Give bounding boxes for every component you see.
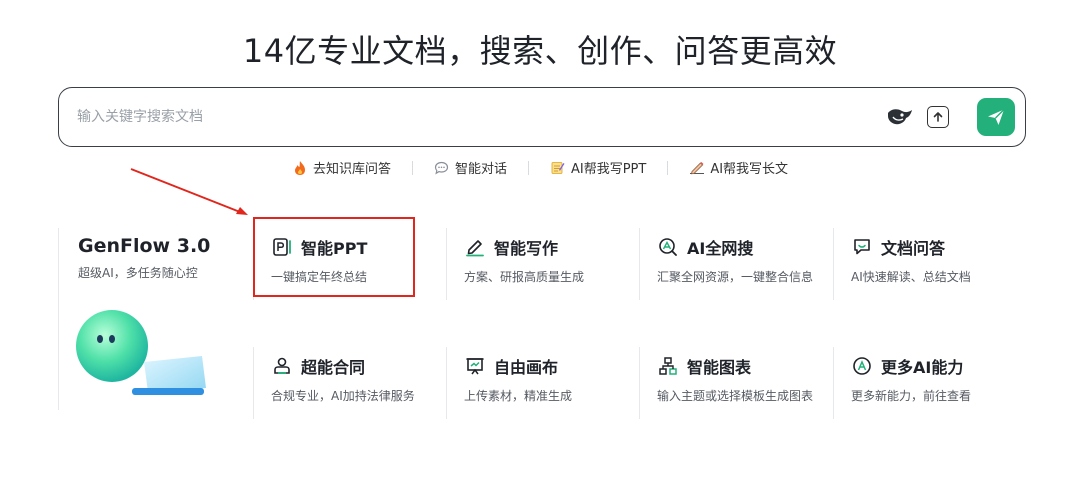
card-description: 上传素材，精准生成: [464, 389, 573, 403]
more-ai-icon: [851, 355, 873, 377]
genflow-subtitle: 超级AI，多任务随心控: [78, 266, 198, 280]
doc-chat-icon: [851, 236, 873, 258]
card-title: 文档问答: [881, 239, 946, 258]
notepad-icon: [550, 160, 566, 175]
quick-link-knowledge-qa[interactable]: 去知识库问答: [271, 158, 412, 177]
send-button[interactable]: [977, 98, 1015, 136]
card-description: 汇聚全网资源，一键整合信息: [657, 270, 814, 284]
chat-bubble-icon: [434, 161, 450, 175]
search-box[interactable]: [58, 87, 1026, 147]
genflow-mascot-illustration[interactable]: [72, 302, 217, 400]
annotation-highlight-box: [253, 217, 415, 297]
divider: [446, 347, 447, 419]
quick-link-label: AI帮我写长文: [710, 162, 789, 177]
contract-icon: [271, 355, 293, 377]
card-more-ai[interactable]: 更多AI能力 更多新能力，前往查看: [833, 347, 1033, 419]
card-ai-web-search[interactable]: AI全网搜 汇聚全网资源，一键整合信息: [639, 228, 829, 300]
card-title: 智能写作: [494, 239, 559, 258]
quick-link-smart-chat[interactable]: 智能对话: [413, 158, 528, 177]
page-headline: 14亿专业文档，搜索、创作、问答更高效: [242, 32, 838, 70]
divider: [253, 347, 254, 419]
quick-link-ai-ppt[interactable]: AI帮我写PPT: [529, 158, 667, 177]
card-document-qa[interactable]: 文档问答 AI快速解读、总结文档: [833, 228, 1033, 300]
card-title: AI全网搜: [687, 239, 754, 258]
card-smart-writing[interactable]: 智能写作 方案、研报高质量生成: [446, 228, 636, 300]
card-description: 输入主题或选择模板生成图表: [657, 389, 814, 403]
card-smart-chart[interactable]: 智能图表 输入主题或选择模板生成图表: [639, 347, 829, 419]
pen-icon: [689, 160, 705, 175]
card-free-canvas[interactable]: 自由画布 上传素材，精准生成: [446, 347, 636, 419]
genflow-title[interactable]: GenFlow 3.0: [78, 235, 210, 257]
card-super-contract[interactable]: 超能合同 合规专业，AI加持法律服务: [253, 347, 443, 419]
card-description: AI快速解读、总结文档: [851, 270, 971, 284]
card-title: 智能图表: [687, 358, 752, 377]
search-web-icon: [657, 236, 679, 258]
pencil-icon: [464, 236, 486, 258]
card-description: 合规专业，AI加持法律服务: [271, 389, 415, 403]
deepseek-whale-icon[interactable]: [885, 105, 915, 129]
quick-links: 去知识库问答 智能对话 AI帮我写PPT AI帮我写长文: [0, 158, 1080, 177]
card-title: 更多AI能力: [881, 358, 964, 377]
upload-icon[interactable]: [927, 106, 949, 128]
divider: [833, 228, 834, 300]
card-title: 超能合同: [301, 358, 366, 377]
quick-link-label: 智能对话: [454, 162, 507, 177]
card-description: 更多新能力，前往查看: [851, 389, 972, 403]
card-title: 自由画布: [494, 358, 559, 377]
divider: [58, 228, 59, 410]
canvas-icon: [464, 355, 486, 377]
divider: [833, 347, 834, 419]
divider: [639, 228, 640, 300]
search-input[interactable]: [77, 88, 857, 145]
quick-link-label: 去知识库问答: [312, 162, 391, 177]
divider: [446, 228, 447, 300]
card-description: 方案、研报高质量生成: [464, 270, 585, 284]
fire-icon: [292, 160, 308, 176]
chart-icon: [657, 355, 679, 377]
divider: [639, 347, 640, 419]
quick-link-ai-longtext[interactable]: AI帮我写长文: [668, 158, 809, 177]
send-icon: [988, 109, 1005, 125]
quick-link-label: AI帮我写PPT: [570, 162, 647, 177]
